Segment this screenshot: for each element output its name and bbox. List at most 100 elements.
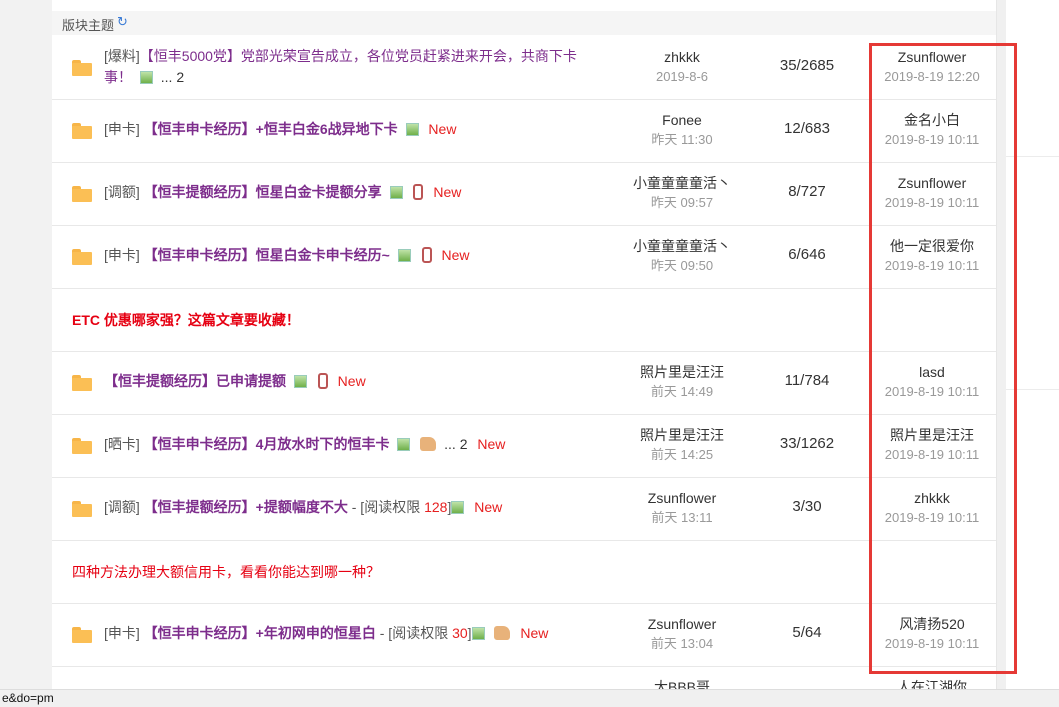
mobile-post-icon xyxy=(317,373,328,389)
last-reply-user[interactable]: 风清扬520 xyxy=(862,615,996,634)
last-reply-cell: Zsunflower 2019-8-19 12:20 xyxy=(862,48,996,86)
author-cell: 照片里是汪汪 前天 14:25 xyxy=(612,426,752,464)
last-reply-date[interactable]: 2019-8-19 10:11 xyxy=(862,634,996,653)
table-row[interactable]: [申卡] 【恒丰申卡经历】+恒丰白金6战异地下卡 New Fonee 昨天 11… xyxy=(52,99,996,163)
thread-link[interactable]: 【恒丰申卡经历】+恒丰白金6战异地下卡 xyxy=(144,121,398,137)
author-name[interactable]: 小童童童童活丶 xyxy=(612,174,752,193)
author-cell: 照片里是汪汪 前天 14:49 xyxy=(612,363,752,401)
last-reply-date[interactable]: 2019-8-19 10:11 xyxy=(862,256,996,275)
browser-status-bar: e&do=pm xyxy=(0,689,1059,707)
last-reply-cell: lasd 2019-8-19 10:11 xyxy=(862,363,996,401)
author-cell: 小童童童童活丶 昨天 09:50 xyxy=(612,237,752,275)
image-attachment-icon xyxy=(451,501,465,514)
table-row[interactable]: [调额] 【恒丰提额经历】恒星白金卡提额分享 New 小童童童童活丶 昨天 09… xyxy=(52,162,996,226)
thread-link[interactable]: 【恒丰申卡经历】+年初网申的恒星白 xyxy=(144,625,376,641)
status-url: e&do=pm xyxy=(2,691,54,705)
section-header: 版块主题 ↻ xyxy=(52,11,996,35)
last-reply-cell: Zsunflower 2019-8-19 10:11 xyxy=(862,174,996,212)
thread-title: [申卡] 【恒丰申卡经历】恒星白金卡申卡经历~ New xyxy=(104,245,470,266)
last-reply-user[interactable]: Zsunflower xyxy=(862,48,996,67)
ad-row[interactable]: ETC 优惠哪家强？这篇文章要收藏！ xyxy=(52,288,996,352)
thread-tag[interactable]: [调额] xyxy=(104,499,140,515)
image-attachment-icon xyxy=(471,627,485,640)
page-link[interactable]: ... 2 xyxy=(161,69,184,85)
post-date: 2019-8-6 xyxy=(655,69,709,84)
post-date: 昨天 09:50 xyxy=(650,258,714,273)
author-name[interactable]: zhkkk xyxy=(612,48,752,67)
refresh-icon[interactable]: ↻ xyxy=(117,14,128,30)
right-sidebar xyxy=(1006,0,1059,706)
thread-link[interactable]: 【恒丰提额经历】+提额幅度不大 xyxy=(144,499,348,515)
last-reply-date[interactable]: 2019-8-19 10:11 xyxy=(862,508,996,527)
last-reply-user[interactable]: 金名小白 xyxy=(862,111,996,130)
thread-title: 【恒丰提额经历】已申请提额 New xyxy=(104,371,366,392)
last-reply-date[interactable]: 2019-8-19 10:11 xyxy=(862,445,996,464)
thread-link[interactable]: 【恒丰申卡经历】4月放水时下的恒丰卡 xyxy=(144,436,390,452)
section-title: 版块主题 xyxy=(62,18,115,33)
last-reply-cell: 风清扬520 2019-8-19 10:11 xyxy=(862,615,996,653)
table-row[interactable]: [晒卡] 【恒丰申卡经历】4月放水时下的恒丰卡 ... 2 New 照片里是汪汪… xyxy=(52,414,996,478)
table-row[interactable]: [申卡] 【恒丰申卡经历】+年初网申的恒星白 - [阅读权限 30] New Z… xyxy=(52,603,996,667)
thread-tag[interactable]: [申卡] xyxy=(104,247,140,263)
table-row[interactable]: [申卡] 【恒丰申卡经历】恒星白金卡申卡经历~ New 小童童童童活丶 昨天 0… xyxy=(52,225,996,289)
last-reply-date[interactable]: 2019-8-19 10:11 xyxy=(862,193,996,212)
thread-tag[interactable]: [晒卡] xyxy=(104,436,140,452)
ad-link[interactable]: 四种方法办理大额信用卡，看看你能达到哪一种？ xyxy=(72,562,380,582)
thread-title: [调额] 【恒丰提额经历】恒星白金卡提额分享 New xyxy=(104,182,461,203)
last-reply-user[interactable]: 他一定很爱你 xyxy=(862,237,996,256)
new-badge: New xyxy=(474,499,503,515)
last-reply-cell: 照片里是汪汪 2019-8-19 10:11 xyxy=(862,426,996,464)
thread-link[interactable]: 【恒丰申卡经历】恒星白金卡申卡经历~ xyxy=(144,247,390,263)
thread-tag[interactable]: [申卡] xyxy=(104,121,140,137)
last-reply-date[interactable]: 2019-8-19 10:11 xyxy=(862,130,996,149)
thread-link[interactable]: 【恒丰提额经历】已申请提额 xyxy=(104,373,286,389)
read-permission-value: 30 xyxy=(452,625,468,641)
last-reply-user[interactable]: lasd xyxy=(862,363,996,382)
page-link[interactable]: ... 2 xyxy=(444,436,467,452)
thread-tag[interactable]: [爆料] xyxy=(104,48,140,64)
reply-view-count: 3/30 xyxy=(792,498,822,515)
author-name[interactable]: 照片里是汪汪 xyxy=(612,426,752,445)
thread-list-panel: 版块主题 ↻ [爆料]【恒丰5000党】党部光荣宣告成立，各位党员赶紧进来开会，… xyxy=(52,0,996,706)
last-reply-date[interactable]: 2019-8-19 12:20 xyxy=(862,67,996,86)
ad-row[interactable]: 四种方法办理大额信用卡，看看你能达到哪一种？ xyxy=(52,540,996,604)
thread-link[interactable]: 【恒丰5000党】党部光荣宣告成立，各位党员赶紧进来开会，共商下卡 xyxy=(140,48,577,64)
reply-view-count: 35/2685 xyxy=(779,57,835,74)
last-reply-date[interactable]: 2019-8-19 10:11 xyxy=(862,382,996,401)
post-date: 前天 14:49 xyxy=(650,384,714,399)
table-row[interactable]: 【恒丰提额经历】已申请提额 New 照片里是汪汪 前天 14:49 11/784… xyxy=(52,351,996,415)
ad-link[interactable]: ETC 优惠哪家强？这篇文章要收藏！ xyxy=(72,310,300,330)
mobile-post-icon xyxy=(413,184,424,200)
last-reply-user[interactable]: Zsunflower xyxy=(862,174,996,193)
new-badge: New xyxy=(441,247,470,263)
last-reply-user[interactable]: 照片里是汪汪 xyxy=(862,426,996,445)
table-row[interactable]: [调额] 【恒丰提额经历】+提额幅度不大 - [阅读权限 128] New Zs… xyxy=(52,477,996,541)
last-reply-cell: 他一定很爱你 2019-8-19 10:11 xyxy=(862,237,996,275)
reply-view-count: 12/683 xyxy=(784,120,830,137)
folder-icon xyxy=(72,186,92,202)
author-name[interactable]: Fonee xyxy=(612,111,752,130)
thread-link[interactable]: 【恒丰提额经历】恒星白金卡提额分享 xyxy=(144,184,382,200)
last-reply-user[interactable]: zhkkk xyxy=(862,489,996,508)
author-name[interactable]: 小童童童童活丶 xyxy=(612,237,752,256)
last-reply-cell: zhkkk 2019-8-19 10:11 xyxy=(862,489,996,527)
last-reply-cell: 金名小白 2019-8-19 10:11 xyxy=(862,111,996,149)
divider xyxy=(1006,156,1059,157)
image-attachment-icon xyxy=(293,375,307,388)
thread-tag[interactable]: [申卡] xyxy=(104,625,140,641)
author-name[interactable]: Zsunflower xyxy=(612,489,752,508)
image-attachment-icon xyxy=(397,249,411,262)
author-name[interactable]: 照片里是汪汪 xyxy=(612,363,752,382)
thread-tag[interactable]: [调额] xyxy=(104,184,140,200)
thread-link-continued[interactable]: 事！ xyxy=(104,69,132,85)
table-row[interactable]: [爆料]【恒丰5000党】党部光荣宣告成立，各位党员赶紧进来开会，共商下卡 事！… xyxy=(52,36,996,100)
folder-icon xyxy=(72,501,92,517)
author-name[interactable]: Zsunflower xyxy=(612,615,752,634)
post-date: 昨天 09:57 xyxy=(650,195,714,210)
author-cell: Fonee 昨天 11:30 xyxy=(612,111,752,149)
thread-title: [调额] 【恒丰提额经历】+提额幅度不大 - [阅读权限 128] New xyxy=(104,497,502,518)
new-badge: New xyxy=(337,373,366,389)
folder-icon xyxy=(72,627,92,643)
thumbs-up-icon xyxy=(420,437,437,451)
image-attachment-icon xyxy=(139,71,153,84)
